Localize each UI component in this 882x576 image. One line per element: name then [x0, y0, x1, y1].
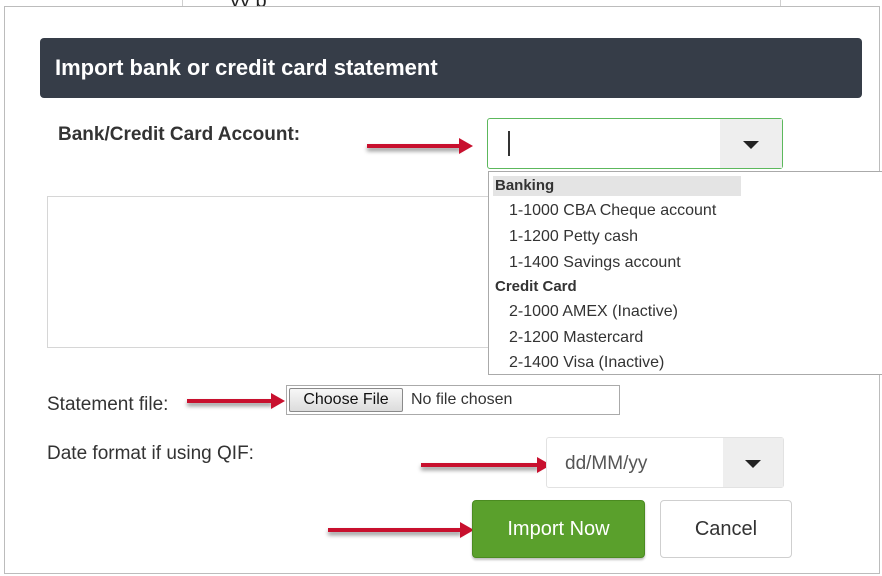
- dialog-header: Import bank or credit card statement: [40, 38, 862, 98]
- account-select-toggle[interactable]: [720, 119, 782, 168]
- choose-file-button[interactable]: Choose File: [289, 388, 403, 412]
- dropdown-option[interactable]: 2-1400 Visa (Inactive): [509, 353, 664, 373]
- date-format-toggle[interactable]: [723, 438, 783, 487]
- dropdown-group-credit-card: Credit Card: [495, 278, 577, 295]
- chevron-down-icon: [743, 141, 759, 149]
- chevron-down-icon: [745, 460, 761, 468]
- statement-file-label: Statement file:: [47, 394, 169, 415]
- account-label: Bank/Credit Card Account:: [58, 124, 301, 145]
- import-now-button[interactable]: Import Now: [472, 500, 645, 558]
- date-format-label: Date format if using QIF:: [47, 443, 254, 464]
- dialog-title: Import bank or credit card statement: [55, 55, 438, 80]
- annotation-arrow-account: [367, 138, 473, 154]
- annotation-arrow-date: [421, 457, 551, 473]
- dropdown-option[interactable]: 2-1000 AMEX (Inactive): [509, 302, 678, 322]
- date-format-value: dd/MM/yy: [565, 453, 648, 474]
- annotation-arrow-statement: [187, 393, 287, 409]
- annotation-arrow-import: [328, 522, 476, 538]
- file-status: No file chosen: [411, 391, 513, 408]
- preview-area: [47, 196, 497, 348]
- date-format-select[interactable]: dd/MM/yy: [546, 437, 784, 488]
- statement-file-input[interactable]: Choose File No file chosen: [286, 385, 620, 415]
- account-dropdown-list: Banking 1-1000 CBA Cheque account 1-1200…: [488, 171, 882, 375]
- dropdown-option[interactable]: 1-1200 Petty cash: [509, 227, 638, 247]
- dropdown-option[interactable]: 1-1400 Savings account: [509, 253, 681, 273]
- dropdown-option[interactable]: 1-1000 CBA Cheque account: [509, 201, 716, 221]
- text-cursor: [508, 131, 510, 156]
- dropdown-group-banking: Banking: [493, 176, 741, 196]
- account-select[interactable]: [487, 118, 783, 169]
- dropdown-option[interactable]: 2-1200 Mastercard: [509, 328, 643, 348]
- cancel-button[interactable]: Cancel: [660, 500, 792, 558]
